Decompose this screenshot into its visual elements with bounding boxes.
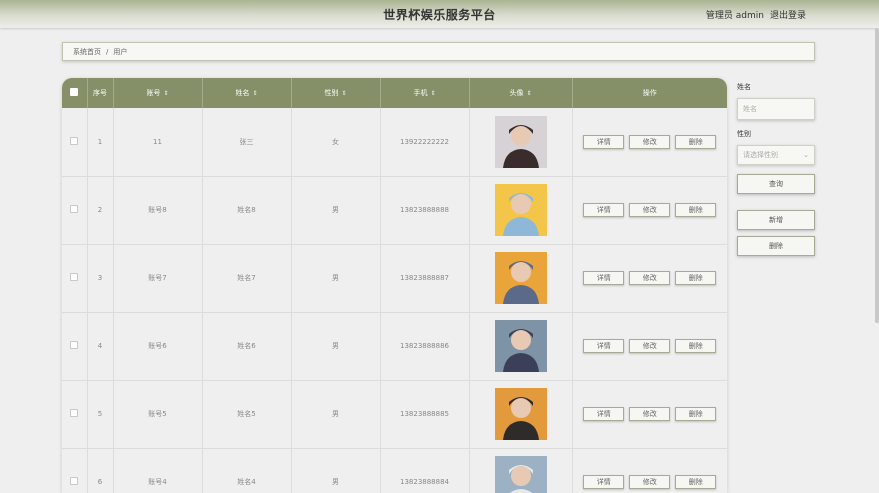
cell-name: 姓名4 bbox=[202, 448, 292, 493]
cell-name: 张三 bbox=[202, 108, 292, 177]
cell-name: 姓名8 bbox=[202, 176, 292, 245]
cell-index: 2 bbox=[87, 176, 114, 245]
gender-select[interactable]: 请选择性别 ⌄ bbox=[737, 145, 815, 165]
edit-button[interactable]: 修改 bbox=[629, 339, 671, 353]
edit-button[interactable]: 修改 bbox=[629, 134, 671, 149]
breadcrumb-separator: / bbox=[106, 47, 109, 56]
table-row: 1 11 张三 女 13922222222 详情 修改 删除 bbox=[62, 108, 727, 177]
chevron-down-icon: ⌄ bbox=[803, 151, 809, 159]
cell-gender: 女 bbox=[291, 108, 381, 177]
cell-phone: 13823888886 bbox=[380, 312, 470, 381]
table-row: 5 账号5 姓名5 男 13823888885 详情 修改 删除 bbox=[62, 380, 727, 449]
cell-account: 账号8 bbox=[113, 176, 203, 245]
add-button[interactable]: 新增 bbox=[737, 210, 815, 230]
page-scrollbar[interactable] bbox=[875, 28, 879, 323]
cell-account: 账号7 bbox=[113, 244, 203, 313]
avatar[interactable] bbox=[494, 456, 547, 493]
delete-button[interactable]: 删除 bbox=[675, 407, 717, 421]
detail-button[interactable]: 详情 bbox=[583, 271, 625, 285]
sort-icon[interactable]: ⇕ bbox=[252, 90, 257, 97]
row-checkbox[interactable] bbox=[70, 136, 79, 145]
cell-index: 4 bbox=[87, 312, 114, 381]
cell-phone: 13823888884 bbox=[380, 448, 470, 493]
edit-button[interactable]: 修改 bbox=[629, 475, 671, 489]
edit-button[interactable]: 修改 bbox=[629, 203, 671, 217]
cell-gender: 男 bbox=[291, 176, 381, 245]
detail-button[interactable]: 详情 bbox=[583, 339, 625, 353]
cell-account: 账号4 bbox=[113, 448, 203, 493]
sort-icon[interactable]: ⇕ bbox=[430, 90, 435, 97]
row-checkbox[interactable] bbox=[70, 409, 79, 417]
breadcrumb-home[interactable]: 系统首页 bbox=[73, 47, 101, 57]
batch-delete-button[interactable]: 删除 bbox=[737, 236, 815, 256]
col-avatar[interactable]: 头像 ⇕ bbox=[469, 78, 573, 108]
delete-button[interactable]: 删除 bbox=[675, 339, 717, 353]
row-checkbox[interactable] bbox=[70, 341, 79, 349]
cell-phone: 13922222222 bbox=[380, 108, 470, 177]
gender-label: 性别 bbox=[737, 130, 751, 138]
table-row: 4 账号6 姓名6 男 13823888886 详情 修改 删除 bbox=[62, 312, 727, 381]
logout-link[interactable]: 退出登录 bbox=[770, 8, 806, 21]
avatar[interactable] bbox=[494, 252, 547, 304]
table-header: 序号 账号 ⇕ 姓名 ⇕ 性别 ⇕ 手机 ⇕ 头像 ⇕ 操作 bbox=[62, 78, 727, 108]
col-name[interactable]: 姓名 ⇕ bbox=[202, 78, 292, 108]
col-gender[interactable]: 性别 ⇕ bbox=[291, 78, 381, 108]
avatar[interactable] bbox=[494, 184, 547, 236]
sort-icon[interactable]: ⇕ bbox=[526, 90, 531, 97]
avatar[interactable] bbox=[494, 388, 547, 440]
delete-button[interactable]: 删除 bbox=[675, 271, 717, 285]
detail-button[interactable]: 详情 bbox=[583, 407, 625, 421]
row-checkbox[interactable] bbox=[70, 477, 79, 485]
row-checkbox[interactable] bbox=[70, 205, 79, 213]
col-account[interactable]: 账号 ⇕ bbox=[113, 78, 203, 108]
cell-account: 账号6 bbox=[113, 312, 203, 381]
cell-name: 姓名7 bbox=[202, 244, 292, 313]
search-panel: 姓名 姓名 性别 请选择性别 ⌄ 查询 新增 删除 bbox=[737, 82, 815, 256]
sort-icon[interactable]: ⇕ bbox=[163, 90, 168, 97]
detail-button[interactable]: 详情 bbox=[583, 134, 625, 149]
delete-button[interactable]: 删除 bbox=[675, 134, 717, 149]
table-row: 2 账号8 姓名8 男 13823888888 详情 修改 删除 bbox=[62, 176, 727, 245]
name-label: 姓名 bbox=[737, 83, 751, 91]
avatar[interactable] bbox=[494, 320, 547, 372]
table-row: 3 账号7 姓名7 男 13823888887 详情 修改 删除 bbox=[62, 244, 727, 313]
sort-icon[interactable]: ⇕ bbox=[341, 90, 346, 97]
detail-button[interactable]: 详情 bbox=[583, 475, 625, 489]
query-button[interactable]: 查询 bbox=[737, 174, 815, 194]
cell-gender: 男 bbox=[291, 244, 381, 313]
breadcrumb: 系统首页 / 用户 bbox=[62, 42, 815, 61]
select-all-checkbox[interactable] bbox=[70, 88, 79, 96]
row-checkbox[interactable] bbox=[70, 273, 79, 281]
breadcrumb-current: 用户 bbox=[113, 47, 128, 56]
edit-button[interactable]: 修改 bbox=[629, 407, 671, 421]
col-actions: 操作 bbox=[642, 89, 657, 97]
table-row: 6 账号4 姓名4 男 13823888884 详情 修改 删除 bbox=[62, 448, 727, 493]
cell-name: 姓名5 bbox=[202, 380, 292, 449]
detail-button[interactable]: 详情 bbox=[583, 203, 625, 217]
edit-button[interactable]: 修改 bbox=[629, 271, 671, 285]
cell-phone: 13823888885 bbox=[380, 380, 470, 449]
cell-index: 3 bbox=[87, 244, 114, 313]
name-search-input[interactable]: 姓名 bbox=[737, 98, 815, 120]
delete-button[interactable]: 删除 bbox=[675, 475, 717, 489]
cell-account: 账号5 bbox=[113, 380, 203, 449]
avatar[interactable] bbox=[494, 115, 547, 168]
cell-name: 姓名6 bbox=[202, 312, 292, 381]
cell-phone: 13823888887 bbox=[380, 244, 470, 313]
delete-button[interactable]: 删除 bbox=[675, 203, 717, 217]
col-index: 序号 bbox=[87, 78, 114, 108]
cell-account: 11 bbox=[113, 108, 203, 177]
top-bar: 世界杯娱乐服务平台 管理员 admin 退出登录 bbox=[0, 0, 879, 28]
cell-gender: 男 bbox=[291, 448, 381, 493]
current-user: 管理员 admin bbox=[705, 11, 764, 21]
cell-index: 1 bbox=[87, 108, 114, 177]
cell-gender: 男 bbox=[291, 312, 381, 381]
cell-gender: 男 bbox=[291, 380, 381, 449]
user-table: 序号 账号 ⇕ 姓名 ⇕ 性别 ⇕ 手机 ⇕ 头像 ⇕ 操作 1 11 张三 女 1392… bbox=[62, 78, 727, 493]
cell-index: 6 bbox=[87, 448, 114, 493]
user-area: 管理员 admin 退出登录 bbox=[706, 8, 806, 21]
cell-index: 5 bbox=[87, 380, 114, 449]
col-phone[interactable]: 手机 ⇕ bbox=[380, 78, 470, 108]
cell-phone: 13823888888 bbox=[380, 176, 470, 245]
